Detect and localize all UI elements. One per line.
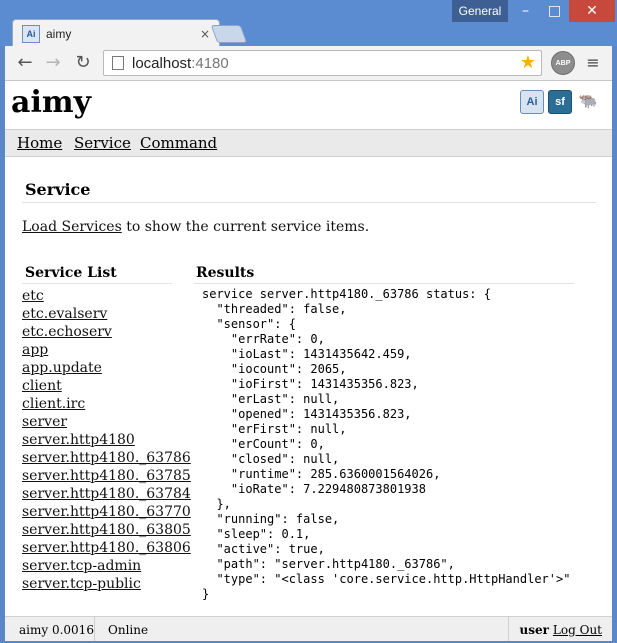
service-link[interactable]: server bbox=[22, 413, 191, 431]
tab-title: aimy bbox=[46, 27, 72, 41]
close-window-icon[interactable]: ✕ bbox=[569, 0, 615, 22]
url-host: localhost bbox=[132, 54, 192, 72]
maximize-icon[interactable]: □ bbox=[540, 0, 569, 22]
service-link[interactable]: server.http4180._63785 bbox=[22, 467, 191, 485]
results-title: Results bbox=[196, 265, 255, 281]
service-list-divider bbox=[22, 283, 172, 284]
back-arrow-icon[interactable]: ← bbox=[12, 49, 38, 75]
user-area: user Log Out bbox=[508, 617, 612, 641]
section-title: Service bbox=[25, 180, 91, 199]
service-link[interactable]: client.irc bbox=[22, 395, 191, 413]
nav-home-link[interactable]: Home bbox=[17, 134, 62, 152]
section-divider bbox=[22, 202, 596, 203]
forward-arrow-icon[interactable]: → bbox=[40, 49, 66, 75]
minimize-icon[interactable]: – bbox=[511, 0, 540, 22]
intro-text: Load Services to show the current servic… bbox=[22, 219, 369, 235]
sourceforge-icon[interactable]: sf bbox=[548, 90, 572, 114]
service-link[interactable]: server.http4180._63786 bbox=[22, 449, 191, 467]
service-link[interactable]: etc.evalserv bbox=[22, 305, 191, 323]
logout-link[interactable]: Log Out bbox=[553, 623, 602, 637]
service-link[interactable]: server.http4180._63805 bbox=[22, 521, 191, 539]
service-link[interactable]: etc.echoserv bbox=[22, 323, 191, 341]
service-list-title: Service List bbox=[25, 265, 117, 281]
service-link[interactable]: etc bbox=[22, 287, 191, 305]
nav-service-link[interactable]: Service bbox=[74, 134, 131, 152]
service-link[interactable]: client bbox=[22, 377, 191, 395]
load-services-link[interactable]: Load Services bbox=[22, 219, 122, 235]
address-bar[interactable]: localhost:4180 bbox=[103, 50, 542, 76]
site-title: aimy bbox=[11, 85, 92, 120]
service-link[interactable]: server.http4180._63784 bbox=[22, 485, 191, 503]
profile-button[interactable]: General bbox=[452, 0, 508, 22]
page-viewport: aimy Ai sf 🐃 Home Service Command Servic… bbox=[5, 81, 612, 641]
results-divider bbox=[194, 283, 574, 284]
service-link[interactable]: server.http4180._63806 bbox=[22, 539, 191, 557]
browser-tab-content[interactable]: Ai aimy × bbox=[22, 22, 212, 46]
service-list: etc etc.evalserv etc.echoserv app app.up… bbox=[22, 287, 191, 593]
bookmark-star-icon[interactable]: ★ bbox=[516, 50, 540, 74]
service-link[interactable]: app.update bbox=[22, 359, 191, 377]
status-bar: aimy 0.0016 Online user Log Out bbox=[5, 616, 612, 641]
service-link[interactable]: server.tcp-admin bbox=[22, 557, 191, 575]
menu-icon[interactable]: ≡ bbox=[584, 51, 602, 73]
url-port: :4180 bbox=[191, 54, 229, 72]
service-link[interactable]: server.tcp-public bbox=[22, 575, 191, 593]
tab-close-icon[interactable]: × bbox=[200, 27, 210, 41]
service-link[interactable]: app bbox=[22, 341, 191, 359]
connection-status: Online bbox=[108, 622, 149, 637]
service-link[interactable]: server.http4180._63770 bbox=[22, 503, 191, 521]
nav-command-link[interactable]: Command bbox=[140, 134, 217, 152]
username: user bbox=[519, 622, 549, 637]
adblock-icon[interactable]: ABP bbox=[551, 51, 575, 75]
page-icon bbox=[112, 56, 124, 70]
new-tab-button[interactable] bbox=[210, 25, 248, 43]
service-link[interactable]: server.http4180 bbox=[22, 431, 191, 449]
results-output: service server.http4180._63786 status: {… bbox=[202, 287, 571, 601]
intro-suffix: to show the current service items. bbox=[121, 219, 370, 235]
reload-icon[interactable]: ↻ bbox=[70, 49, 96, 75]
tab-favicon-icon: Ai bbox=[22, 25, 40, 43]
site-navbar: Home Service Command bbox=[5, 129, 612, 157]
aimy-logo-icon[interactable]: Ai bbox=[520, 90, 544, 114]
gnu-icon[interactable]: 🐃 bbox=[576, 90, 600, 112]
version-label: aimy 0.0016 bbox=[5, 617, 95, 641]
